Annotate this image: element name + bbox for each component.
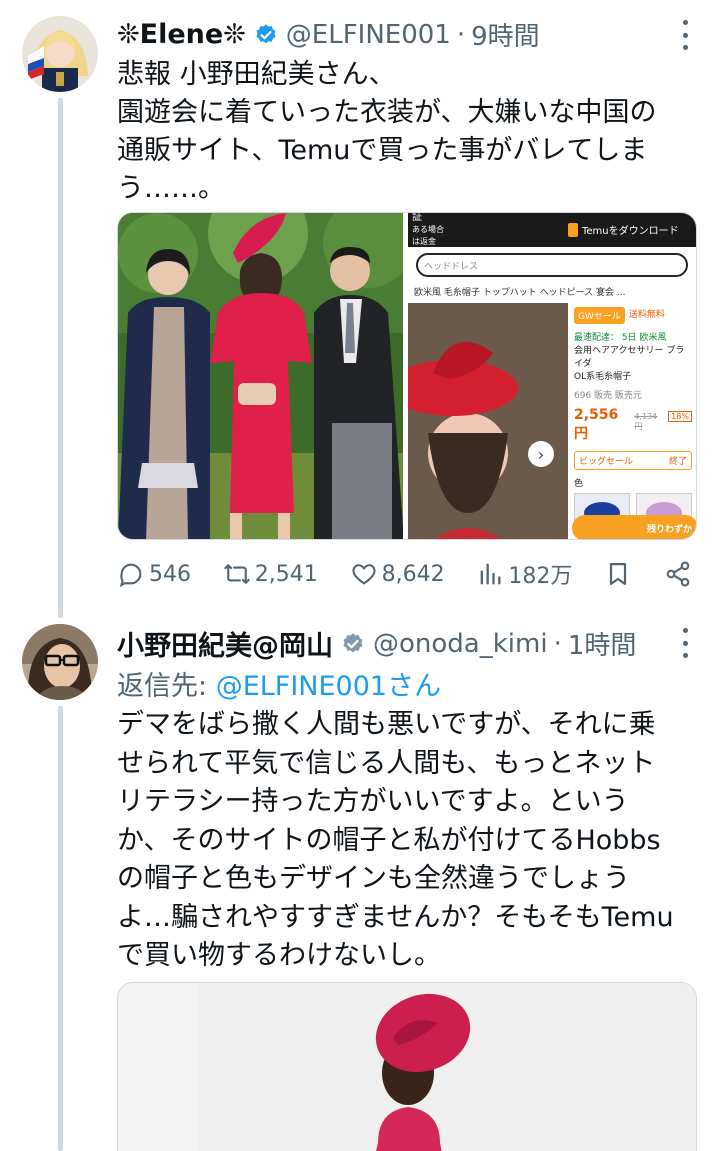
avatar[interactable] [22, 16, 98, 92]
product-desc: OL系毛糸帽子 [574, 372, 632, 382]
verified-badge-icon [254, 23, 278, 47]
user-handle[interactable]: @onoda_kimi [373, 629, 548, 659]
mention-link[interactable]: @ELFINE001さん [216, 671, 441, 702]
add-to-cart-button[interactable]: 残りわずか [572, 515, 696, 539]
separator: · [553, 628, 562, 659]
tweet-text: デマをばら撒く人間も悪いですが、それに乗 せられて平気で信じる人間も、もっとネッ… [117, 709, 674, 971]
display-name[interactable]: ❊Elene❊ [117, 19, 246, 50]
more-options-icon[interactable] [680, 628, 690, 658]
temu-search-input[interactable]: ヘッドドレス [424, 259, 478, 272]
seller-label: 販売元 [614, 391, 642, 401]
chevron-right-icon[interactable]: › [528, 441, 554, 467]
share-button[interactable] [664, 560, 692, 588]
hat-model-image: › [408, 303, 568, 539]
view-count: 182万 [508, 564, 573, 589]
verified-gray-badge-icon [341, 632, 365, 656]
reply-icon [119, 563, 142, 588]
photo-three-people[interactable] [118, 213, 403, 539]
retweet-button[interactable]: 2,541 [223, 560, 318, 588]
more-options-icon[interactable] [680, 20, 690, 50]
avatar[interactable] [22, 624, 98, 700]
tweet-media[interactable] [117, 982, 697, 1151]
tweet-header: 小野田紀美@岡山 @onoda_kimi · 1時間 [117, 624, 636, 663]
big-sale-label: ビッグセール [579, 457, 634, 467]
avatar-image-elene [22, 16, 98, 92]
replying-to: 返信先: @ELFINE001さん [117, 664, 441, 703]
heart-icon [352, 564, 376, 585]
product-desc: 会用ヘアアクセサリー ブライダ [574, 346, 685, 369]
old-price: 4,134円 [634, 412, 658, 431]
shipping-tag: 送料無料 [628, 310, 665, 320]
share-icon [666, 561, 690, 587]
like-button[interactable]: 8,642 [350, 560, 445, 588]
tweet-media[interactable]: 証 ある場合は返金 Temuをダウンロード ヘッドドレス 欧米風 毛糸帽子 トッ… [117, 212, 697, 540]
bookmark-icon [610, 562, 627, 586]
reply-count: 546 [149, 561, 191, 587]
sold-count: 696 販売 [574, 391, 613, 401]
tweet-text: 悲報 小野田紀美さん、 園遊会に着ていった衣装が、大嫌いな中国の 通販サイト、T… [117, 59, 657, 204]
analytics-icon [481, 563, 501, 585]
avatar-image-onoda [22, 624, 98, 700]
replying-label: 返信先: [117, 671, 208, 702]
timestamp[interactable]: 9時間 [471, 16, 540, 53]
temu-download-label[interactable]: Temuをダウンロード [582, 222, 679, 237]
photo-pink-hat-model[interactable] [118, 983, 697, 1151]
temu-header-text: ある場合は返金 [412, 225, 444, 246]
thread-connector [58, 98, 63, 618]
user-handle[interactable]: @ELFINE001 [286, 20, 451, 50]
color-label: 色 [574, 479, 584, 489]
photo-temu-screenshot[interactable]: 証 ある場合は返金 Temuをダウンロード ヘッドドレス 欧米風 毛糸帽子 トッ… [408, 213, 696, 539]
separator: · [456, 19, 466, 50]
temu-header-text: 証 [412, 213, 422, 223]
retweet-count: 2,541 [254, 561, 318, 587]
sale-tag: GWセール [574, 307, 625, 324]
like-count: 8,642 [381, 561, 445, 587]
phone-icon [568, 222, 578, 237]
tweet-actions: 546 2,541 8,642 182万 [117, 556, 692, 592]
price: 2,556円 [574, 407, 619, 442]
thread-connector [58, 706, 63, 1151]
timestamp[interactable]: 1時間 [568, 625, 637, 662]
retweet-icon [224, 564, 250, 584]
sale-ends-label: 終了 [668, 457, 687, 467]
temu-product-title: 欧米風 毛糸帽子 トップハット ヘッドピース 宴会 ... [414, 288, 626, 298]
bookmark-button[interactable] [604, 560, 632, 588]
reply-button[interactable]: 546 [117, 560, 191, 588]
promo-text: 最速配達： 5日 欧米風 [574, 333, 667, 343]
tweet-header: ❊Elene❊ @ELFINE001 · 9時間 [117, 16, 540, 53]
display-name[interactable]: 小野田紀美@岡山 [117, 624, 333, 663]
views-button[interactable]: 182万 [476, 558, 572, 590]
discount-badge: 18% [668, 411, 692, 422]
